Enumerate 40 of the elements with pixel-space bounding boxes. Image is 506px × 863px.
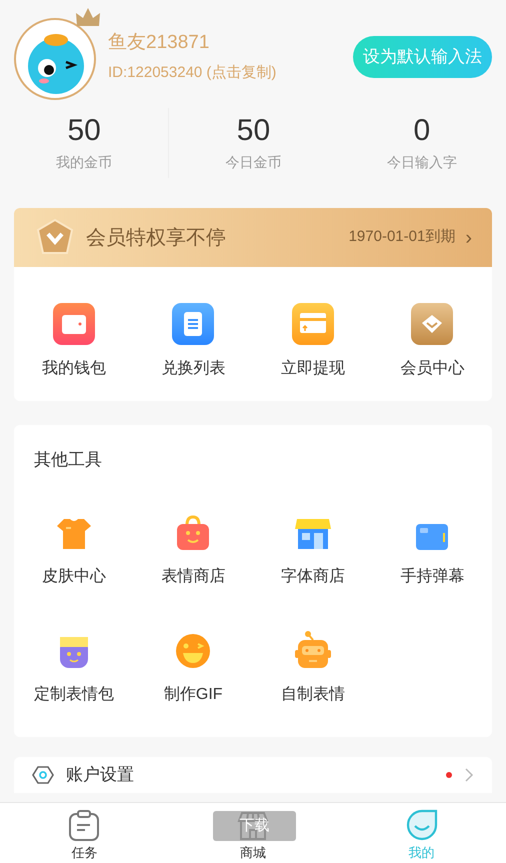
robot-icon — [294, 630, 332, 668]
membership-banner[interactable]: 会员特权享不停 1970-01-01到期 › — [14, 208, 492, 267]
account-settings-label: 账户设置 — [66, 764, 134, 786]
tool-button[interactable]: 字体商店 — [280, 510, 345, 588]
stat-label: 今日金币 — [225, 152, 282, 172]
tool-button[interactable]: 皮肤中心 — [42, 510, 106, 588]
stat-value: 50 — [67, 114, 101, 148]
storefront-icon — [294, 516, 332, 550]
stat-label: 我的金币 — [56, 152, 112, 172]
card-icon — [292, 303, 334, 345]
shirt-icon — [56, 516, 92, 550]
tool-button[interactable]: 手持弹幕 — [400, 510, 464, 588]
card-icon — [415, 522, 450, 550]
membership-title: 会员特权享不停 — [86, 226, 226, 250]
user-name: 鱼友213871 — [108, 31, 210, 55]
account-settings-row[interactable]: 账户设置 — [14, 756, 492, 792]
tool-button[interactable]: 制作GIF — [164, 628, 223, 706]
stat-value: 0 — [413, 114, 430, 148]
clipboard-icon — [68, 809, 100, 841]
wallet-icon — [52, 303, 95, 345]
drop-smile-icon — [406, 809, 438, 841]
wink-face-icon — [175, 632, 212, 668]
chevron: › — [465, 226, 472, 250]
member-tool-button[interactable]: 会员中心 — [400, 303, 464, 381]
gear-icon — [32, 764, 54, 784]
expiry-date: 1970-01-01到期 — [348, 227, 456, 248]
stat-label: 今日输入字 — [386, 152, 457, 172]
tool-button[interactable]: 表情商店 — [161, 510, 226, 588]
stat-value: 50 — [236, 114, 270, 148]
member-tool-button[interactable]: 我的钱包 — [42, 303, 106, 381]
tool-button[interactable]: 定制表情包 — [34, 628, 114, 706]
member-tool-button[interactable]: 立即提现 — [280, 303, 345, 381]
chevron-icon — [464, 766, 474, 782]
shopping-bag-icon — [176, 514, 210, 550]
member-tool-button[interactable]: 兑换列表 — [161, 303, 226, 381]
cartoon-face-icon — [58, 634, 89, 668]
section-title: 其他工具 — [34, 449, 103, 471]
clipboard-icon — [172, 303, 214, 345]
tool-button[interactable]: 自制表情 — [280, 628, 345, 706]
tab[interactable]: 任务 — [0, 803, 169, 863]
